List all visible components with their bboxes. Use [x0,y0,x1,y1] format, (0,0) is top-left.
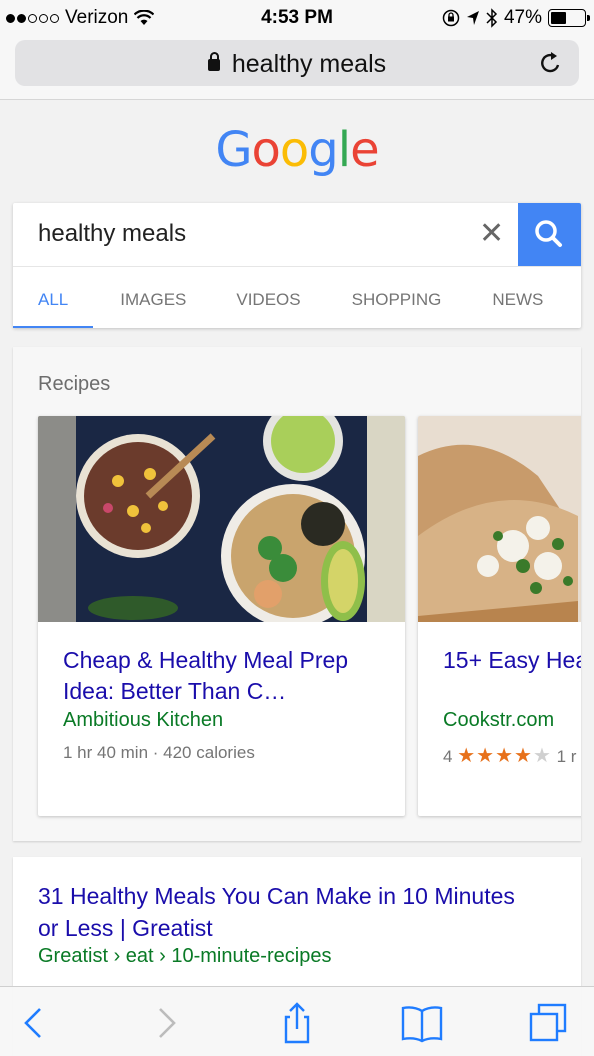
recipe-image [38,416,405,622]
location-icon [466,11,479,25]
tab-all[interactable]: ALL [13,267,94,328]
recipe-source: Ambitious Kitchen [63,709,224,731]
share-icon[interactable] [275,1001,319,1045]
result-title-link[interactable]: 31 Healthy Meals You Can Make in 10 Minu… [38,880,518,944]
star-rating: ★★★★★ [457,745,552,767]
browser-address-area: healthy meals [0,38,594,100]
rating-value: 4 [443,747,453,766]
logo-letter: o [251,122,281,178]
address-query: healthy meals [231,50,387,78]
battery-icon [548,9,590,27]
recipe-title-link[interactable]: Cheap & Healthy Meal Prep Idea: Better T… [63,645,383,707]
reload-icon[interactable] [537,49,565,77]
logo-letter: l [337,122,351,178]
logo-letter: G [215,122,252,178]
bluetooth-icon [486,8,498,28]
recipes-section: Recipes Cheap & Healthy Meal Prep Idea: … [13,347,581,841]
google-logo: Google [0,122,594,178]
section-title: Recipes [38,373,111,395]
status-bar: Verizon 4:53 PM 47% [0,0,594,38]
star-icon: ★ [532,745,552,767]
browser-toolbar [0,986,594,1056]
recipe-meta: 1 hr 40 min · 420 calories [63,743,255,762]
search-button[interactable] [518,203,581,266]
search-tabs: ALL IMAGES VIDEOS SHOPPING NEWS [13,266,581,328]
recipe-image [418,416,581,622]
logo-letter: o [279,122,309,178]
battery-percent: 47% [503,7,542,28]
address-bar[interactable]: healthy meals [15,40,579,86]
search-box-card: ✕ ALL IMAGES VIDEOS SHOPPING NEWS [13,203,581,328]
forward-icon[interactable] [144,1001,188,1045]
tab-videos[interactable]: VIDEOS [236,267,300,328]
recipe-source: Cookstr.com [443,709,555,731]
address-text[interactable]: healthy meals [15,50,579,79]
bookmarks-icon[interactable] [400,1001,444,1045]
recipe-meta: 4 ★★★★★ 1 r [443,743,576,768]
result-breadcrumb: Greatist › eat › 10-minute-recipes [38,945,332,967]
recipe-card[interactable]: 15+ Easy Hea Recipes for E Cookstr.com 4… [418,416,581,816]
back-icon[interactable] [12,1001,56,1045]
recipe-meta-suffix: 1 r [556,747,577,766]
orientation-lock-icon [442,9,460,27]
star-icon: ★ [514,745,533,767]
tabs-icon[interactable] [526,1001,570,1045]
status-right: 47% [442,7,590,29]
recipe-title-link[interactable]: 15+ Easy Hea Recipes for E [443,645,581,676]
tab-news[interactable]: NEWS [492,267,543,328]
battery-level [551,12,567,24]
search-icon [535,220,562,247]
close-icon[interactable]: ✕ [479,219,504,249]
tab-shopping[interactable]: SHOPPING [352,267,442,328]
tab-images[interactable]: IMAGES [120,267,186,328]
lock-icon [207,52,220,71]
logo-letter: e [350,122,380,178]
star-icon: ★ [476,745,496,767]
star-icon: ★ [457,745,477,767]
search-input[interactable] [13,203,518,265]
logo-letter: g [308,122,338,178]
recipe-card[interactable]: Cheap & Healthy Meal Prep Idea: Better T… [38,416,405,816]
star-icon: ★ [495,745,515,767]
